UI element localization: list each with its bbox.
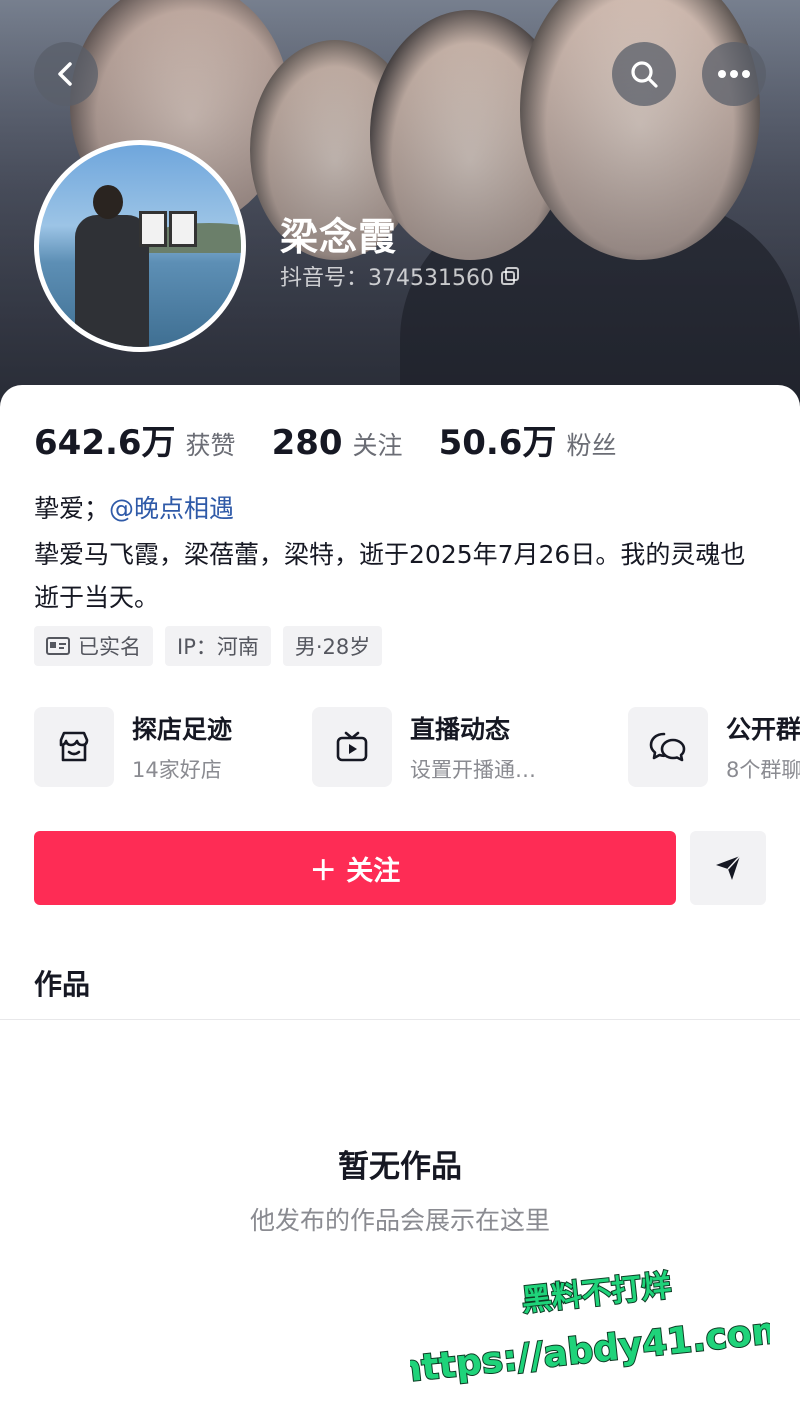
profile-banner: 梁念霞 抖音号：374531560	[0, 0, 800, 420]
stat-likes-label: 获赞	[185, 431, 236, 460]
service-store-visits[interactable]: 探店足迹 14家好店	[34, 707, 232, 787]
stat-following-value: 280	[271, 423, 343, 463]
service-subtitle: 14家好店	[132, 758, 222, 782]
service-title: 探店足迹	[132, 715, 233, 744]
bio-text: 挚爱马飞霞，梁蓓蕾，梁特，逝于2025年7月26日。我的灵魂也逝于当天。	[34, 540, 746, 612]
store-icon	[59, 731, 89, 762]
tab-works[interactable]: 作品	[34, 963, 90, 1003]
watermark-line1: 黑料不打烊	[520, 1268, 673, 1318]
stat-followers-label: 粉丝	[566, 431, 617, 460]
tag-gender-age: 男·28岁	[282, 626, 383, 666]
tv-icon	[336, 731, 368, 762]
profile-stats: 642.6万 获赞 280 关注 50.6万 粉丝	[34, 415, 652, 464]
stat-following[interactable]: 280 关注	[272, 423, 403, 463]
avatar[interactable]	[34, 140, 246, 352]
follow-button[interactable]: ＋ 关注	[34, 831, 676, 905]
stat-likes[interactable]: 642.6万 获赞	[34, 415, 236, 464]
empty-state-title: 暂无作品	[338, 1149, 462, 1185]
stat-followers-value: 50.6万	[438, 423, 557, 463]
site-watermark: 黑料不打烊 https://abdy41.com	[410, 1267, 770, 1392]
tag-gender-age-label: 男·28岁	[294, 635, 371, 659]
bio-mention-link[interactable]: @晚点相遇	[109, 494, 234, 523]
avatar-photo-frame	[169, 211, 197, 247]
tag-verified-label: 已实名	[78, 635, 141, 659]
copy-icon[interactable]	[500, 266, 520, 286]
douyin-id[interactable]: 抖音号：374531560	[280, 260, 520, 292]
send-arrow-icon	[716, 855, 741, 880]
profile-tags: 已实名 IP：河南 男·28岁	[34, 626, 383, 666]
id-card-icon	[46, 637, 70, 655]
service-public-groups[interactable]: 公开群 8个群聊	[628, 707, 800, 787]
tag-verified: 已实名	[34, 626, 153, 666]
service-icon-box	[628, 707, 708, 787]
bio-prefix: 挚爱；	[34, 494, 110, 523]
search-button[interactable]	[612, 42, 676, 106]
follow-button-label: ＋ 关注	[309, 855, 401, 887]
back-button[interactable]	[34, 42, 98, 106]
service-title: 公开群	[726, 715, 800, 744]
douyin-id-text: 抖音号：374531560	[280, 266, 494, 291]
service-live-updates[interactable]: 直播动态 设置开播通…	[312, 707, 536, 787]
stat-likes-value: 642.6万	[34, 423, 176, 463]
service-subtitle: 设置开播通…	[410, 758, 536, 782]
bio-first-line: 挚爱；@晚点相遇	[34, 489, 234, 525]
service-title: 直播动态	[410, 715, 511, 744]
send-message-button[interactable]	[690, 831, 766, 905]
chevron-left-icon	[58, 62, 72, 86]
service-icon-box	[34, 707, 114, 787]
service-subtitle: 8个群聊	[726, 758, 800, 782]
tab-divider	[0, 1019, 800, 1020]
more-dots-icon	[718, 70, 750, 78]
stat-following-label: 关注	[352, 431, 403, 460]
profile-card: 642.6万 获赞 280 关注 50.6万 粉丝 挚爱；@晚点相遇 挚爱马飞霞…	[0, 385, 800, 1410]
watermark-line2: https://abdy41.com	[410, 1309, 770, 1391]
stat-followers[interactable]: 50.6万 粉丝	[439, 415, 617, 464]
tag-ip-label: IP：河南	[177, 635, 259, 659]
empty-state-subtitle: 他发布的作品会展示在这里	[249, 1206, 550, 1235]
tag-ip: IP：河南	[165, 626, 271, 666]
avatar-photo-frame	[139, 211, 167, 247]
more-button[interactable]	[702, 42, 766, 106]
service-icon-box	[312, 707, 392, 787]
chat-bubbles-icon	[649, 732, 686, 762]
profile-nickname: 梁念霞	[280, 215, 398, 259]
service-row: 探店足迹 14家好店 直播动态 设置开播通… 公开群 8个群聊	[34, 707, 800, 791]
search-icon	[631, 61, 658, 88]
